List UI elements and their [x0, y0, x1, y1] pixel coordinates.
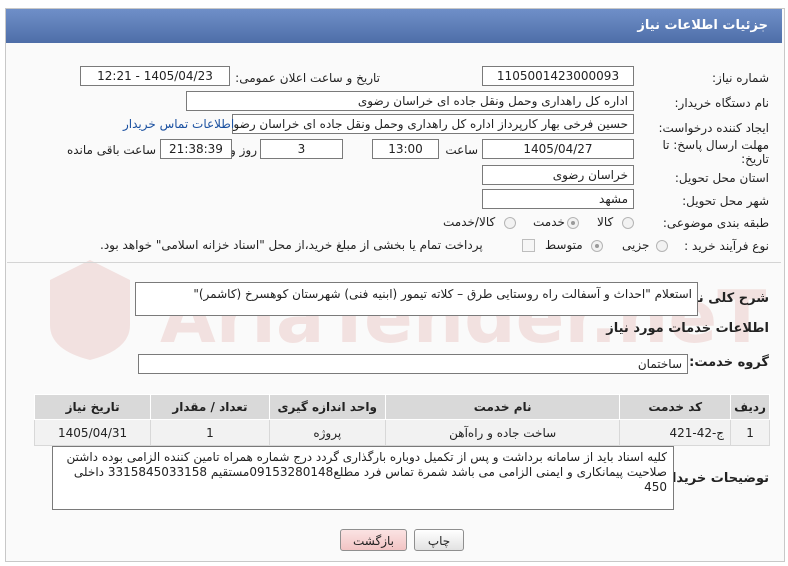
buyer-org-field: اداره کل راهداری وحمل ونقل جاده ای خراسا… — [186, 91, 634, 111]
cell-unit: پروژه — [268, 419, 386, 446]
requester-label: ایجاد کننده درخواست: — [658, 121, 769, 135]
back-button[interactable]: بازگشت — [340, 529, 407, 551]
deadline-date-field: 1405/04/27 — [482, 139, 634, 159]
col-date: تاریخ نیاز — [33, 394, 152, 420]
announce-field: 1405/04/23 - 12:21 — [80, 66, 230, 86]
col-unit: واحد اندازه گیری — [268, 394, 386, 420]
process-radio-medium[interactable] — [591, 240, 603, 252]
category-label: طبقه بندی موضوعی: — [662, 216, 769, 230]
col-name: نام خدمت — [384, 394, 621, 420]
buyer-notes-label: توضیحات خریدار: — [659, 471, 769, 486]
province-label: استان محل تحویل: — [674, 171, 769, 185]
category-radio-service[interactable] — [567, 217, 579, 229]
table-row: 1 ج-42-421 ساخت جاده و راه‌آهن پروژه 1 1… — [33, 419, 770, 446]
service-group-label: گروه خدمت: — [689, 355, 769, 370]
deadline-label: مهلت ارسال پاسخ: تا — [662, 138, 769, 152]
cell-name: ساخت جاده و راه‌آهن — [384, 419, 621, 446]
category-option-service: خدمت — [533, 215, 565, 229]
buyer-org-label: نام دستگاه خریدار: — [674, 96, 770, 110]
announce-label: تاریخ و ساعت اعلان عمومی: — [235, 71, 380, 85]
process-radio-minor[interactable] — [656, 240, 668, 252]
summary-field: استعلام "احداث و آسفالت راه روستایی طرق … — [135, 282, 698, 316]
deadline-time-field: 13:00 — [372, 139, 439, 159]
province-field: خراسان رضوی — [482, 165, 634, 185]
deadline-label-date: تاریخ: — [741, 152, 769, 166]
contact-info-link[interactable]: اطلاعات تماس خریدار — [123, 117, 234, 131]
category-option-goods: کالا — [597, 215, 614, 229]
remaining-time-label: ساعت باقی مانده — [66, 143, 156, 157]
divider — [7, 262, 781, 263]
cell-date: 1405/04/31 — [33, 419, 152, 446]
table-header-row: ردیف کد خدمت نام خدمت واحد اندازه گیری ت… — [33, 394, 770, 420]
services-section-title: اطلاعات خدمات مورد نیاز — [606, 321, 769, 336]
process-option-minor: جزیی — [622, 238, 650, 252]
days-label: روز و — [230, 143, 257, 157]
payment-note: پرداخت تمام یا بخشی از مبلغ خرید،از محل … — [100, 238, 483, 252]
process-label: نوع فرآیند خرید : — [684, 239, 769, 253]
deadline-time-label: ساعت — [445, 143, 478, 157]
requester-field: حسین فرخی بهار کارپرداز اداره کل راهداری… — [232, 114, 634, 134]
city-field: مشهد — [482, 189, 634, 209]
need-number-field: 1105001423000093 — [482, 66, 634, 86]
category-option-goods-service: کالا/خدمت — [443, 215, 496, 229]
services-table: ردیف کد خدمت نام خدمت واحد اندازه گیری ت… — [33, 394, 770, 446]
process-option-medium: متوسط — [545, 238, 583, 252]
page-title: جزئیات اطلاعات نیاز — [637, 18, 768, 33]
category-radio-goods[interactable] — [622, 217, 634, 229]
col-code: کد خدمت — [619, 394, 732, 420]
cell-code: ج-42-421 — [619, 419, 732, 446]
city-label: شهر محل تحویل: — [682, 194, 769, 208]
col-row: ردیف — [730, 394, 770, 420]
days-remaining-field: 3 — [260, 139, 343, 159]
service-group-field: ساختمان — [138, 354, 688, 374]
need-number-label: شماره نیاز: — [712, 71, 769, 85]
payment-checkbox[interactable] — [522, 239, 535, 252]
page-header: جزئیات اطلاعات نیاز — [6, 9, 782, 43]
remaining-time-field: 21:38:39 — [160, 139, 232, 159]
category-radio-goods-service[interactable] — [504, 217, 516, 229]
col-quantity: تعداد / مقدار — [150, 394, 270, 420]
print-button[interactable]: چاپ — [414, 529, 464, 551]
buyer-notes-field: کلیه اسناد باید از سامانه برداشت و پس از… — [52, 446, 674, 510]
cell-row: 1 — [730, 419, 770, 446]
cell-quantity: 1 — [150, 419, 270, 446]
